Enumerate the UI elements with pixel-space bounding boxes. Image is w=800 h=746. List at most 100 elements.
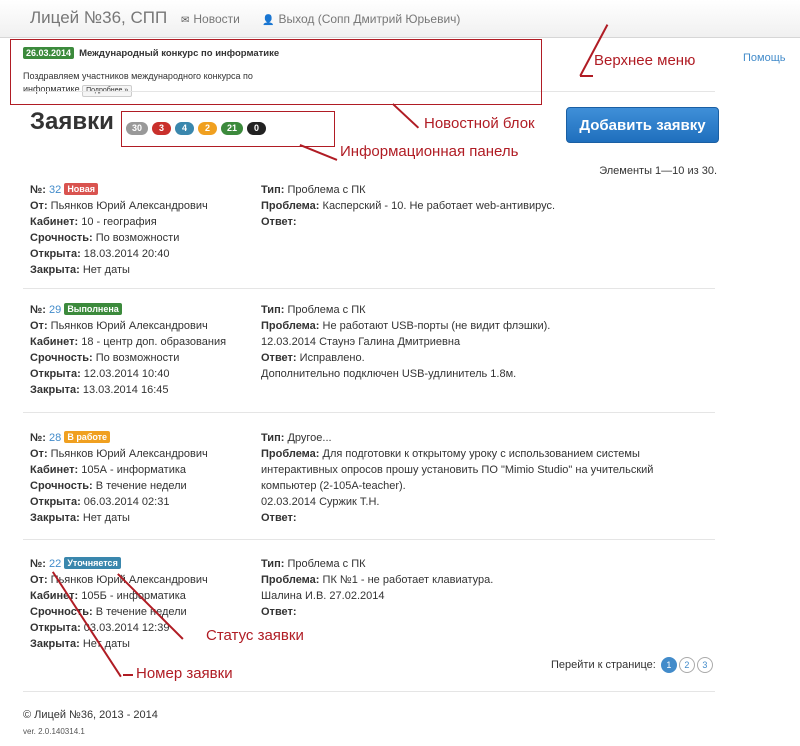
- nav-logout-label: Выход (Сопп Дмитрий Юрьевич): [278, 12, 461, 26]
- urgency-value: По возможности: [95, 232, 180, 244]
- closed-label: Закрыта:: [30, 264, 80, 276]
- urgency-value: В течение недели: [95, 480, 187, 492]
- answer-label: Ответ:: [261, 512, 297, 524]
- number-label: №:: [30, 558, 46, 570]
- type-label: Тип:: [261, 304, 285, 316]
- footer-copyright: © Лицей №36, 2013 - 2014: [23, 709, 158, 721]
- problem-label: Проблема:: [261, 574, 320, 586]
- urgency-label: Срочность:: [30, 352, 93, 364]
- number-label: №:: [30, 304, 46, 316]
- problem-author: 02.03.2014 Суржик Т.Н.: [261, 496, 380, 508]
- help-link[interactable]: Помощь: [743, 52, 786, 64]
- top-navbar: Лицей №36, СПП ✉ Новости 👤 Выход (Сопп Дми…: [0, 0, 800, 38]
- divider: [23, 539, 715, 540]
- page-title: Заявки: [30, 108, 114, 135]
- answer-extra: Дополнительно подключен USB-удлинитель 1…: [261, 368, 517, 380]
- ticket-number[interactable]: 28: [49, 432, 61, 444]
- urgency-label: Срочность:: [30, 232, 93, 244]
- number-label: №:: [30, 184, 46, 196]
- number-label: №:: [30, 432, 46, 444]
- add-ticket-button[interactable]: Добавить заявку: [566, 107, 719, 143]
- closed-label: Закрыта:: [30, 512, 80, 524]
- type-label: Тип:: [261, 184, 285, 196]
- divider: [23, 691, 715, 692]
- from-label: От:: [30, 448, 48, 460]
- opened-label: Открыта:: [30, 622, 81, 634]
- nav-news-link[interactable]: ✉ Новости: [181, 12, 240, 26]
- type-value: Другое...: [287, 432, 332, 444]
- problem-label: Проблема:: [261, 320, 320, 332]
- page-3-button[interactable]: 3: [696, 657, 713, 673]
- annotation-info-label: Информационная панель: [340, 143, 519, 160]
- opened-label: Открыта:: [30, 248, 81, 260]
- opened-value: 03.03.2014 12:39: [83, 622, 170, 634]
- problem-value: Касперский - 10. Не работает web-антивир…: [322, 200, 556, 212]
- problem-author: Шалина И.В. 27.02.2014: [261, 590, 385, 602]
- answer-label: Ответ:: [261, 352, 297, 364]
- nav-news-label: Новости: [193, 12, 240, 26]
- footer-version: ver. 2.0.140314.1: [23, 727, 85, 736]
- ticket-number[interactable]: 29: [49, 304, 61, 316]
- cabinet-label: Кабинет:: [30, 464, 79, 476]
- closed-value: Нет даты: [82, 638, 130, 650]
- annotation-info-box: [121, 111, 335, 147]
- type-label: Тип:: [261, 558, 285, 570]
- divider: [23, 288, 715, 289]
- pagination: Перейти к странице: 123: [551, 657, 713, 673]
- status-badge: В работе: [64, 431, 111, 443]
- annotation-news-label: Новостной блок: [424, 115, 535, 132]
- ticket-number[interactable]: 22: [49, 558, 61, 570]
- problem-author: 12.03.2014 Стаунэ Галина Дмитриевна: [261, 336, 461, 348]
- from-label: От:: [30, 574, 48, 586]
- page-2-button[interactable]: 2: [678, 657, 695, 673]
- opened-label: Открыта:: [30, 368, 81, 380]
- divider: [23, 412, 715, 413]
- type-label: Тип:: [261, 432, 285, 444]
- cabinet-value: 10 - география: [81, 216, 157, 228]
- cabinet-value: 18 - центр доп. образования: [81, 336, 227, 348]
- problem-value: Для подготовки к открытому уроку с испол…: [261, 448, 654, 492]
- urgency-label: Срочность:: [30, 480, 93, 492]
- annotation-top-menu-underline: [580, 75, 593, 77]
- problem-value: ПК №1 - не работает клавиатура.: [322, 574, 494, 586]
- urgency-value: По возможности: [95, 352, 180, 364]
- annotation-top-menu-label: Верхнее меню: [594, 52, 696, 69]
- closed-value: Нет даты: [82, 512, 130, 524]
- status-badge: Выполнена: [64, 303, 122, 315]
- answer-label: Ответ:: [261, 216, 297, 228]
- closed-label: Закрыта:: [30, 638, 80, 650]
- cabinet-value: 105Б - информатика: [81, 590, 186, 602]
- type-value: Проблема с ПК: [287, 184, 366, 196]
- status-badge: Уточняется: [64, 557, 121, 569]
- answer-label: Ответ:: [261, 606, 297, 618]
- closed-value: Нет даты: [82, 264, 130, 276]
- annotation-news-box: [10, 39, 542, 105]
- brand-link[interactable]: Лицей №36, СПП: [30, 8, 167, 28]
- annotation-number-label: Номер заявки: [136, 665, 233, 682]
- from-label: От:: [30, 320, 48, 332]
- opened-value: 06.03.2014 02:31: [83, 496, 170, 508]
- annotation-status-label: Статус заявки: [206, 627, 304, 644]
- problem-value: Не работают USB-порты (не видит флэшки).: [322, 320, 551, 332]
- closed-label: Закрыта:: [30, 384, 80, 396]
- annotation-number-underline: [123, 674, 133, 676]
- opened-label: Открыта:: [30, 496, 81, 508]
- ticket-number[interactable]: 32: [49, 184, 61, 196]
- answer-value: Исправлено.: [299, 352, 365, 364]
- page-1-button[interactable]: 1: [660, 657, 677, 673]
- type-value: Проблема с ПК: [287, 304, 366, 316]
- opened-value: 18.03.2014 20:40: [83, 248, 170, 260]
- from-label: От:: [30, 200, 48, 212]
- cabinet-label: Кабинет:: [30, 216, 79, 228]
- cabinet-label: Кабинет:: [30, 336, 79, 348]
- problem-label: Проблема:: [261, 448, 320, 460]
- opened-value: 12.03.2014 10:40: [83, 368, 170, 380]
- envelope-icon: ✉: [181, 15, 190, 26]
- nav-logout-link[interactable]: 👤 Выход (Сопп Дмитрий Юрьевич): [262, 12, 460, 26]
- pager-label: Перейти к странице:: [551, 659, 656, 671]
- closed-value: 13.03.2014 16:45: [82, 384, 169, 396]
- problem-label: Проблема:: [261, 200, 320, 212]
- elements-count: Элементы 1—10 из 30.: [599, 165, 717, 177]
- from-value: Пьянков Юрий Александрович: [50, 200, 208, 212]
- type-value: Проблема с ПК: [287, 558, 366, 570]
